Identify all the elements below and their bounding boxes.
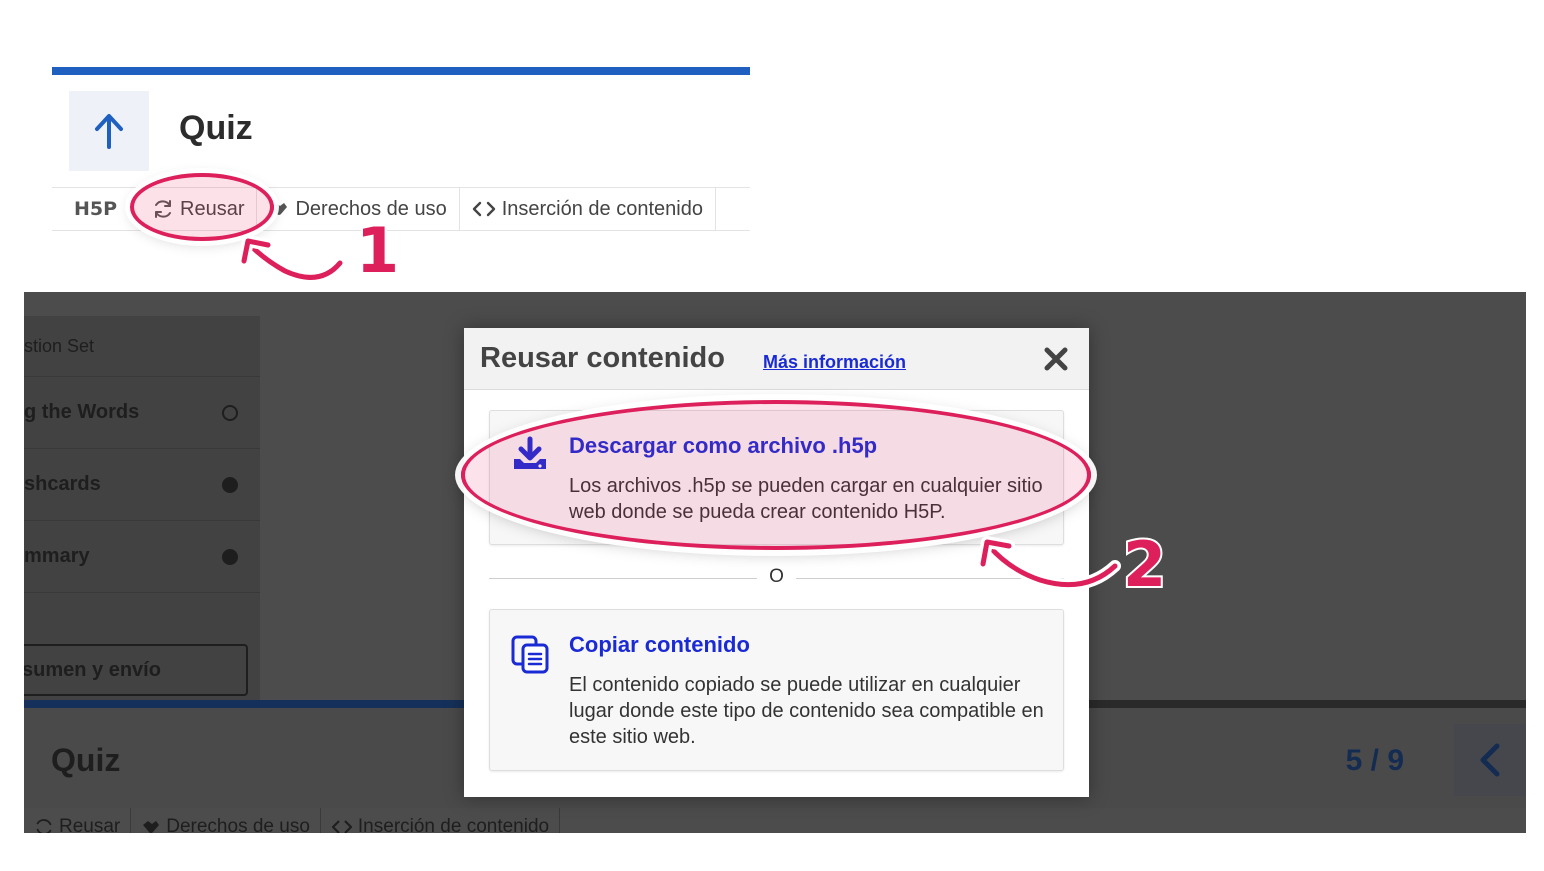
summary-submit-button[interactable]: sumen y envío bbox=[24, 644, 248, 696]
copy-option-description: El contenido copiado se puede utilizar e… bbox=[569, 674, 1044, 748]
top-rights-button[interactable]: Derechos de uso bbox=[257, 187, 460, 231]
sidebar-item-label: shcards bbox=[24, 473, 101, 495]
top-progress-bar bbox=[52, 67, 750, 75]
top-actions-bar: H5P Reusar Derechos de uso Inserción de … bbox=[52, 187, 750, 231]
dialog-header: Reusar contenido Más información bbox=[464, 328, 1089, 390]
page-counter: 5 / 9 bbox=[1345, 744, 1404, 777]
close-button[interactable] bbox=[1041, 344, 1071, 374]
sidebar-item-drag-words[interactable]: g the Words bbox=[24, 377, 260, 449]
sidebar-item-label: mmary bbox=[24, 545, 90, 567]
up-arrow-button[interactable] bbox=[69, 91, 149, 171]
handshake-icon bbox=[143, 821, 160, 833]
separator-text: O bbox=[769, 566, 784, 587]
sidebar-item-label: stion Set bbox=[24, 335, 95, 356]
download-option-description: Los archivos .h5p se pueden cargar en cu… bbox=[569, 475, 1043, 523]
bottom-rights-label: Derechos de uso bbox=[166, 816, 310, 833]
top-reuse-label: Reusar bbox=[180, 197, 245, 220]
or-separator: O bbox=[489, 566, 1064, 590]
sidebar-item-summary[interactable]: mmary bbox=[24, 521, 260, 593]
bottom-actions-bar: Reusar Derechos de uso Inserción de cont… bbox=[24, 808, 1526, 833]
progress-fill bbox=[24, 700, 464, 708]
copy-content-option[interactable]: Copiar contenido El contenido copiado se… bbox=[489, 609, 1064, 771]
bottom-reuse-button[interactable]: Reusar bbox=[24, 808, 132, 833]
bottom-embed-label: Inserción de contenido bbox=[357, 816, 550, 833]
sidebar-item-label: g the Words bbox=[24, 401, 140, 423]
chevron-left-icon bbox=[1480, 743, 1500, 777]
refresh-icon bbox=[36, 819, 52, 833]
top-page-title: Quiz bbox=[179, 109, 253, 147]
copy-icon bbox=[511, 635, 549, 674]
question-sidebar: stion Set g the Words shcards mmary sume… bbox=[24, 316, 260, 702]
refresh-icon bbox=[155, 200, 171, 218]
download-option-title: Descargar como archivo .h5p bbox=[569, 433, 878, 458]
dialog-title: Reusar contenido bbox=[480, 342, 725, 374]
handshake-icon bbox=[271, 203, 288, 215]
more-info-link[interactable]: Más información bbox=[763, 352, 906, 373]
top-reuse-button[interactable]: Reusar bbox=[124, 187, 258, 231]
close-icon bbox=[1044, 347, 1068, 371]
previous-button[interactable] bbox=[1454, 724, 1526, 796]
bottom-reuse-label: Reusar bbox=[59, 816, 121, 833]
bottom-rights-button[interactable]: Derechos de uso bbox=[131, 808, 321, 833]
status-filled-icon bbox=[222, 476, 238, 493]
status-filled-icon bbox=[222, 548, 238, 565]
top-quiz-panel: Quiz H5P Reusar Derechos de uso Inserció… bbox=[52, 57, 750, 231]
sidebar-item-question-set[interactable]: stion Set bbox=[24, 316, 260, 377]
bottom-embed-button[interactable]: Inserción de contenido bbox=[321, 808, 561, 833]
status-empty-icon bbox=[222, 404, 238, 421]
top-rights-label: Derechos de uso bbox=[295, 197, 447, 220]
arrow-up-icon bbox=[95, 114, 123, 149]
h5p-logo: H5P bbox=[74, 198, 118, 220]
download-icon bbox=[514, 436, 546, 469]
sidebar-item-flashcards[interactable]: shcards bbox=[24, 449, 260, 521]
reuse-dialog: Reusar contenido Más información Descarg… bbox=[464, 328, 1089, 797]
code-icon bbox=[331, 820, 352, 833]
top-embed-label: Inserción de contenido bbox=[501, 197, 703, 220]
top-embed-button[interactable]: Inserción de contenido bbox=[460, 187, 716, 231]
bottom-page-title: Quiz bbox=[51, 742, 121, 778]
download-h5p-option[interactable]: Descargar como archivo .h5p Los archivos… bbox=[489, 410, 1064, 545]
code-icon bbox=[472, 201, 495, 217]
copy-option-title: Copiar contenido bbox=[569, 632, 750, 657]
